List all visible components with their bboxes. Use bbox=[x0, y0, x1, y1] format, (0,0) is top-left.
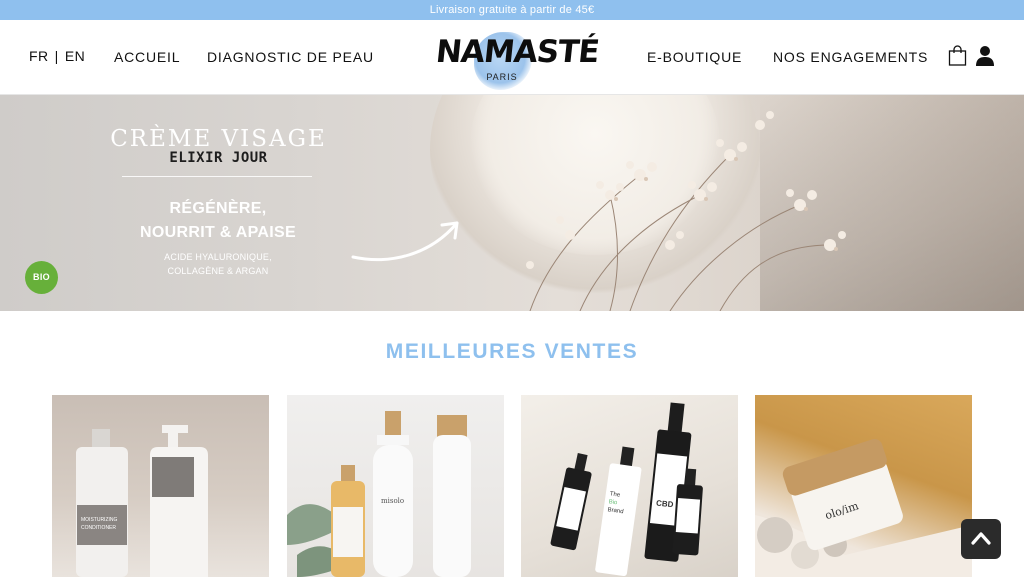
hero-title: CRÈME VISAGE bbox=[110, 126, 327, 152]
site-logo[interactable]: NAMASTÉ PARIS bbox=[434, 26, 601, 92]
product-card[interactable]: misolo bbox=[287, 395, 504, 577]
product-label-4: CBD bbox=[656, 499, 674, 510]
nav-e-boutique[interactable]: E-BOUTIQUE bbox=[647, 49, 742, 65]
product-brand: misolo bbox=[381, 497, 404, 505]
product-card[interactable]: MOISTURIZING CONDITIONER bbox=[52, 395, 269, 577]
hero-ingredients-line2: COLLAGÈNE & ARGAN bbox=[167, 266, 269, 276]
nav-engagements[interactable]: NOS ENGAGEMENTS bbox=[773, 49, 928, 65]
curved-arrow-icon bbox=[351, 221, 459, 262]
promo-banner: Livraison gratuite à partir de 45€ bbox=[0, 0, 1024, 20]
product-image: misolo bbox=[287, 411, 471, 577]
hero-claim-line2: NOURRIT & APAISE bbox=[140, 224, 296, 241]
product-image: The Bio Brand CBD bbox=[550, 402, 703, 576]
logo-subtitle: PARIS bbox=[486, 72, 518, 82]
bio-badge-icon: BIO bbox=[25, 261, 58, 294]
product-card[interactable]: olo/im bbox=[755, 395, 972, 577]
hero-subtitle: ELIXIR JOUR bbox=[169, 150, 268, 166]
lang-separator: | bbox=[54, 48, 59, 64]
language-switcher: FR | EN bbox=[29, 48, 85, 64]
hero-banner[interactable]: CRÈME VISAGE ELIXIR JOUR RÉGÉNÈRE, NOURR… bbox=[0, 95, 1024, 311]
logo-wordmark: NAMASTÉ bbox=[434, 34, 601, 70]
hero-ingredients: ACIDE HYALURONIQUE, COLLAGÈNE & ARGAN bbox=[118, 250, 318, 278]
section-title: MEILLEURES VENTES bbox=[385, 340, 639, 363]
hero-ingredients-line1: ACIDE HYALURONIQUE, bbox=[164, 252, 272, 262]
product-label-2: CONDITIONER bbox=[81, 525, 116, 531]
hero-claim-line1: RÉGÉNÈRE, bbox=[169, 200, 267, 217]
product-label-1: MOISTURIZING bbox=[81, 517, 117, 523]
user-icon[interactable] bbox=[975, 45, 995, 71]
gypsophila-flowers-image bbox=[526, 111, 846, 311]
lang-en[interactable]: EN bbox=[65, 48, 85, 64]
nav-diagnostic[interactable]: DIAGNOSTIC DE PEAU bbox=[207, 49, 374, 65]
product-card[interactable]: The Bio Brand CBD bbox=[521, 395, 738, 577]
product-image: olo/im bbox=[755, 439, 972, 577]
nav-accueil[interactable]: ACCUEIL bbox=[114, 49, 180, 65]
shopping-bag-icon[interactable] bbox=[948, 45, 967, 71]
product-image: MOISTURIZING CONDITIONER bbox=[76, 425, 208, 577]
site-header: FR | EN ACCUEIL DIAGNOSTIC DE PEAU NAMAS… bbox=[0, 20, 1024, 95]
hero-divider bbox=[122, 176, 312, 177]
back-to-top-button[interactable] bbox=[961, 519, 1001, 559]
lang-fr[interactable]: FR bbox=[29, 48, 49, 64]
chevron-up-icon bbox=[971, 532, 991, 545]
hero-claim: RÉGÉNÈRE, NOURRIT & APAISE bbox=[118, 197, 318, 245]
